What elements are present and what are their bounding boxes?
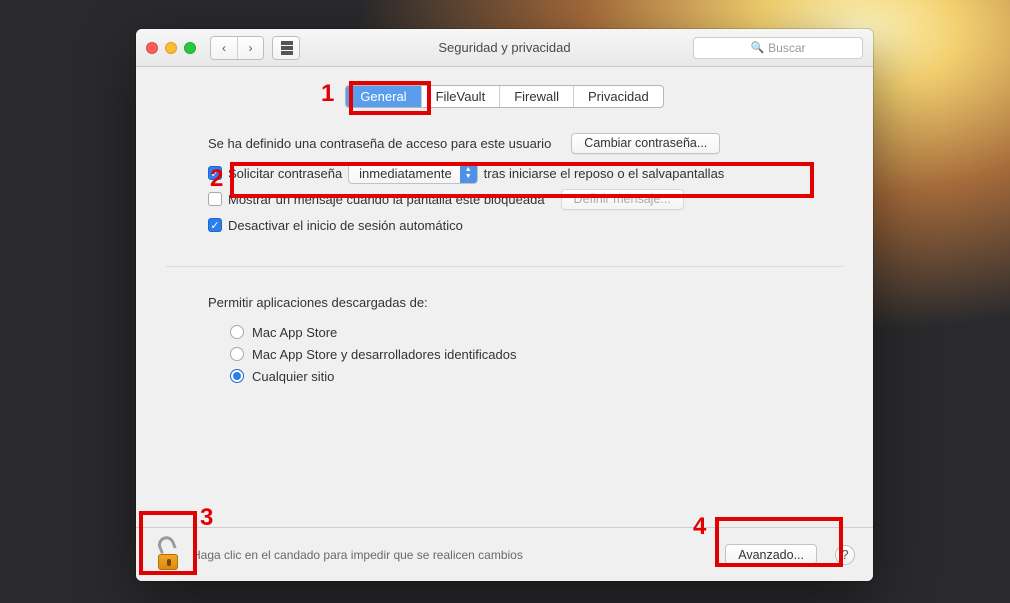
window-controls bbox=[146, 42, 196, 54]
disable-autologin-label: Desactivar el inicio de sesión automátic… bbox=[228, 218, 463, 233]
set-lock-message-button[interactable]: Definir mensaje... bbox=[561, 189, 684, 210]
help-button[interactable]: ? bbox=[835, 545, 855, 565]
show-lock-message-checkbox[interactable] bbox=[208, 192, 222, 206]
nav-back-forward: ‹ › bbox=[210, 36, 264, 60]
preferences-window: ‹ › Seguridad y privacidad 🔍 Busc bbox=[136, 29, 873, 581]
tab-filevault[interactable]: FileVault bbox=[421, 86, 500, 107]
allow-apps-title: Permitir aplicaciones descargadas de: bbox=[208, 295, 428, 310]
show-all-button[interactable] bbox=[272, 36, 300, 60]
desktop-wallpaper: ‹ › Seguridad y privacidad 🔍 Busc bbox=[0, 0, 1010, 603]
require-password-suffix: tras iniciarse el reposo o el salvapanta… bbox=[484, 166, 725, 181]
section-divider bbox=[166, 266, 843, 267]
disable-autologin-checkbox[interactable]: ✓ bbox=[208, 218, 222, 232]
window-toolbar: ‹ › Seguridad y privacidad 🔍 Busc bbox=[136, 29, 873, 67]
chevron-right-icon: › bbox=[249, 41, 253, 55]
allow-appstore-label: Mac App Store bbox=[252, 325, 337, 340]
window-content: General FileVault Firewall Privacidad Se… bbox=[136, 67, 873, 527]
show-lock-message-label: Mostrar un mensaje cuando la pantalla es… bbox=[228, 192, 545, 207]
search-input[interactable]: 🔍 Buscar bbox=[693, 37, 863, 59]
allow-anywhere-radio[interactable] bbox=[230, 369, 244, 383]
require-password-delay-dropdown[interactable]: inmediatamente ▲▼ bbox=[348, 162, 478, 184]
allow-anywhere-label: Cualquier sitio bbox=[252, 369, 334, 384]
forward-button[interactable]: › bbox=[237, 37, 263, 59]
tab-bar: General FileVault Firewall Privacidad bbox=[345, 85, 663, 108]
password-defined-label: Se ha definido una contraseña de acceso … bbox=[208, 136, 551, 151]
zoom-window-button[interactable] bbox=[184, 42, 196, 54]
require-password-prefix: Solicitar contraseña bbox=[228, 166, 342, 181]
chevron-left-icon: ‹ bbox=[222, 41, 226, 55]
dropdown-arrows-icon: ▲▼ bbox=[460, 163, 477, 183]
allow-appstore-radio[interactable] bbox=[230, 325, 244, 339]
search-placeholder: Buscar bbox=[768, 41, 805, 55]
allow-identified-devs-label: Mac App Store y desarrolladores identifi… bbox=[252, 347, 516, 362]
dropdown-selected-value: inmediatamente bbox=[349, 166, 460, 181]
tab-firewall[interactable]: Firewall bbox=[499, 86, 573, 107]
advanced-button[interactable]: Avanzado... bbox=[725, 544, 817, 565]
minimize-window-button[interactable] bbox=[165, 42, 177, 54]
back-button[interactable]: ‹ bbox=[211, 37, 237, 59]
change-password-button[interactable]: Cambiar contraseña... bbox=[571, 133, 720, 154]
search-icon: 🔍 bbox=[750, 41, 764, 54]
tab-privacy[interactable]: Privacidad bbox=[573, 86, 663, 107]
grid-icon bbox=[280, 40, 292, 55]
window-footer: Haga clic en el candado para impedir que… bbox=[136, 527, 873, 581]
lock-hint-label: Haga clic en el candado para impedir que… bbox=[192, 548, 523, 562]
require-password-checkbox[interactable]: ✓ bbox=[208, 166, 222, 180]
close-window-button[interactable] bbox=[146, 42, 158, 54]
allow-identified-devs-radio[interactable] bbox=[230, 347, 244, 361]
tab-general[interactable]: General bbox=[346, 86, 420, 107]
lock-icon[interactable] bbox=[154, 540, 182, 570]
